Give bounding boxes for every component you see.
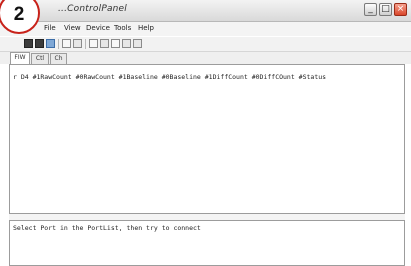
menu-help[interactable]: Help — [138, 24, 154, 32]
disconnect-icon[interactable] — [35, 39, 44, 48]
tab-bar: FIW Ctl Ch — [0, 52, 411, 64]
window-title: ...ControlPanel — [58, 4, 127, 14]
tab-fiw[interactable]: FIW — [10, 52, 30, 64]
list-icon[interactable] — [89, 39, 98, 48]
minimize-icon: _ — [368, 4, 373, 14]
data-log-panel[interactable]: r D4 #1RawCount #0RawCount #1Baseline #0… — [9, 64, 405, 214]
refresh-icon[interactable] — [62, 39, 71, 48]
connect-icon[interactable] — [24, 39, 33, 48]
maximize-icon: □ — [381, 4, 390, 14]
title-bar[interactable]: ...ControlPanel _ □ × — [0, 0, 411, 22]
menu-file[interactable]: File — [44, 24, 56, 32]
menu-tools[interactable]: Tools — [114, 24, 131, 32]
toolbar — [0, 37, 411, 52]
tab-ch[interactable]: Ch — [50, 53, 67, 64]
reset-icon[interactable] — [111, 39, 120, 48]
maximize-button[interactable]: □ — [379, 3, 392, 16]
menu-view[interactable]: View — [64, 24, 81, 32]
chart-icon[interactable] — [100, 39, 109, 48]
toolbar-separator — [85, 39, 86, 49]
column-header-line: r D4 #1RawCount #0RawCount #1Baseline #0… — [13, 73, 327, 81]
menu-bar: File View Device Tools Help — [0, 22, 411, 36]
start-icon[interactable] — [122, 39, 131, 48]
save-icon[interactable] — [46, 39, 55, 48]
window-controls: _ □ × — [364, 3, 407, 17]
tab-ctl[interactable]: Ctl — [31, 53, 49, 64]
status-message: Select Port in the PortList, then try to… — [13, 224, 201, 232]
close-button[interactable]: × — [394, 3, 407, 16]
settings-icon[interactable] — [73, 39, 82, 48]
minimize-button[interactable]: _ — [364, 3, 377, 16]
toolbar-separator — [58, 39, 59, 49]
menu-device[interactable]: Device — [86, 24, 110, 32]
message-panel[interactable]: Select Port in the PortList, then try to… — [9, 220, 405, 266]
app-window: ...ControlPanel _ □ × File View Device T… — [0, 0, 411, 266]
step-number: 2 — [13, 4, 25, 25]
stop-icon[interactable] — [133, 39, 142, 48]
close-icon: × — [396, 4, 405, 14]
